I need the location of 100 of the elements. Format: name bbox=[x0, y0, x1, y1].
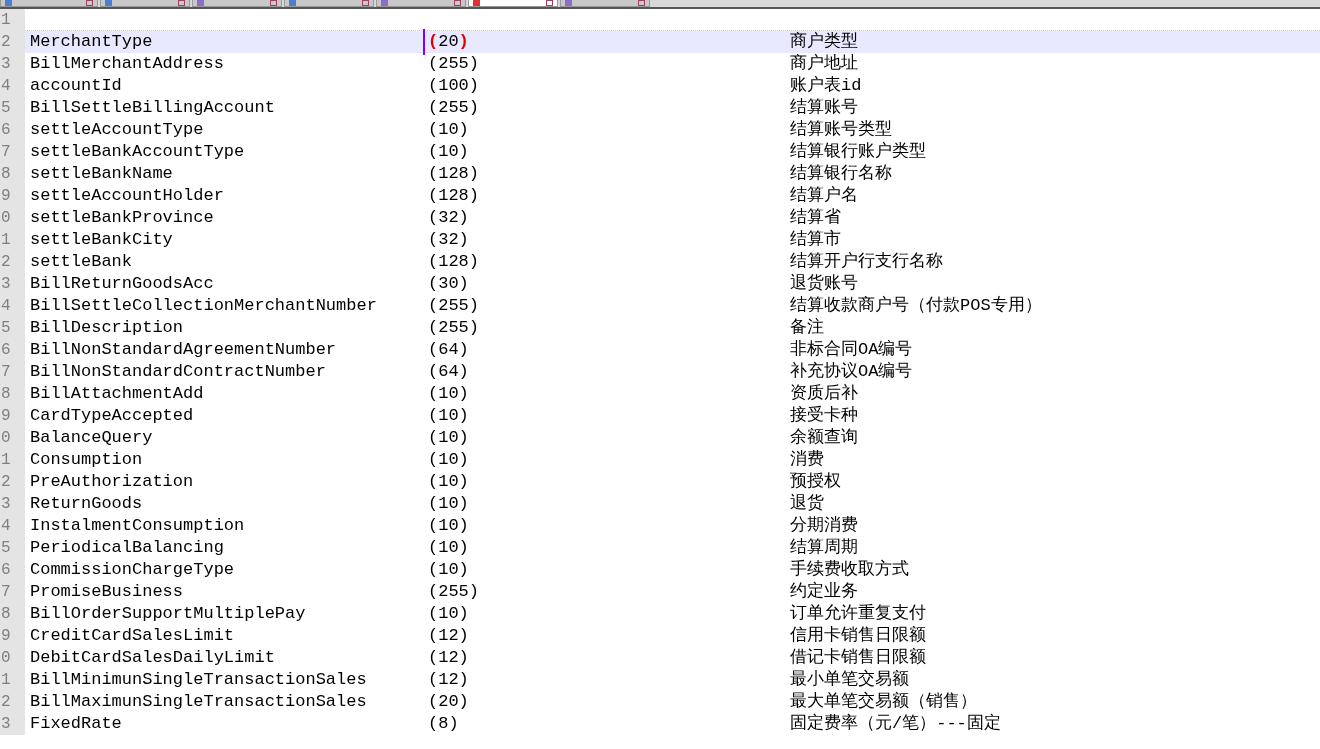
tab[interactable] bbox=[468, 0, 558, 7]
field-length: (64) bbox=[428, 362, 469, 382]
field-length: (12) bbox=[428, 626, 469, 646]
line-number: 8 bbox=[0, 604, 11, 625]
field-description: 结算银行账户类型 bbox=[790, 142, 926, 162]
field-length: (128) bbox=[428, 186, 479, 206]
field-name: settleAccountHolder bbox=[30, 186, 224, 206]
field-name: settleBankAccountType bbox=[30, 142, 245, 162]
field-length: (10) bbox=[428, 428, 469, 448]
field-name: Consumption bbox=[30, 450, 143, 470]
line-number: 7 bbox=[0, 142, 11, 163]
line-number: 7 bbox=[0, 582, 11, 603]
field-name: BillMinimunSingleTransactionSales bbox=[30, 670, 367, 690]
field-description: 最小单笔交易额 bbox=[790, 670, 909, 690]
tab[interactable] bbox=[284, 0, 374, 7]
field-description: 结算账号类型 bbox=[790, 120, 892, 140]
field-name: CreditCardSalesLimit bbox=[30, 626, 235, 646]
field-length: (10) bbox=[428, 516, 469, 536]
field-length: (30) bbox=[428, 274, 469, 294]
line-number: 8 bbox=[0, 164, 11, 185]
field-description: 退货 bbox=[790, 494, 824, 514]
field-description: 信用卡销售日限额 bbox=[790, 626, 926, 646]
field-length: (255) bbox=[428, 98, 479, 118]
field-name: BillMerchantAddress bbox=[30, 54, 224, 74]
field-description: 手续费收取方式 bbox=[790, 560, 909, 580]
line-number: 4 bbox=[0, 516, 11, 537]
close-icon[interactable] bbox=[638, 0, 645, 6]
field-name: BalanceQuery bbox=[30, 428, 153, 448]
field-description: 借记卡销售日限额 bbox=[790, 648, 926, 668]
field-description: 消费 bbox=[790, 450, 824, 470]
field-length: (20) bbox=[428, 32, 469, 52]
tab[interactable] bbox=[100, 0, 190, 7]
field-name: CardTypeAccepted bbox=[30, 406, 194, 426]
close-icon[interactable] bbox=[178, 0, 185, 6]
line-number: 5 bbox=[0, 538, 11, 559]
field-length: (255) bbox=[428, 318, 479, 338]
field-description: 接受卡种 bbox=[790, 406, 858, 426]
line-number: 4 bbox=[0, 296, 11, 317]
field-name: BillSettleCollectionMerchantNumber bbox=[30, 296, 377, 316]
field-length: (255) bbox=[428, 296, 479, 316]
field-name: PeriodicalBalancing bbox=[30, 538, 224, 558]
field-length: (32) bbox=[428, 230, 469, 250]
field-length: (64) bbox=[428, 340, 469, 360]
close-icon[interactable] bbox=[454, 0, 461, 6]
tab[interactable] bbox=[376, 0, 466, 7]
field-name: PreAuthorization bbox=[30, 472, 194, 492]
field-name: BillReturnGoodsAcc bbox=[30, 274, 214, 294]
field-name: FixedRate bbox=[30, 714, 122, 734]
line-number: 2 bbox=[0, 692, 11, 713]
field-description: 结算市 bbox=[790, 230, 841, 250]
field-name: BillAttachmentAdd bbox=[30, 384, 204, 404]
field-name: BillDescription bbox=[30, 318, 184, 338]
field-length: (10) bbox=[428, 560, 469, 580]
tab[interactable] bbox=[192, 0, 282, 7]
line-number: 5 bbox=[0, 318, 11, 339]
field-description: 分期消费 bbox=[790, 516, 858, 536]
line-number: 3 bbox=[0, 274, 11, 295]
field-length: (12) bbox=[428, 648, 469, 668]
field-length: (10) bbox=[428, 384, 469, 404]
field-length: (128) bbox=[428, 252, 479, 272]
field-name: PromiseBusiness bbox=[30, 582, 184, 602]
tab[interactable] bbox=[560, 0, 650, 7]
field-description: 结算收款商户号（付款POS专用） bbox=[790, 296, 1042, 316]
close-icon[interactable] bbox=[270, 0, 277, 6]
line-number: 6 bbox=[0, 340, 11, 361]
field-length: (10) bbox=[428, 142, 469, 162]
field-length: (100) bbox=[428, 76, 479, 96]
field-description: 最大单笔交易额（销售） bbox=[790, 692, 977, 712]
field-name: BillNonStandardAgreementNumber bbox=[30, 340, 337, 360]
field-name: BillSettleBillingAccount bbox=[30, 98, 275, 118]
line-number: 3 bbox=[0, 714, 11, 735]
close-icon[interactable] bbox=[362, 0, 369, 6]
field-name: CommissionChargeType bbox=[30, 560, 235, 580]
line-number: 4 bbox=[0, 76, 11, 97]
field-description: 账户表id bbox=[790, 76, 862, 96]
field-length: (12) bbox=[428, 670, 469, 690]
close-icon[interactable] bbox=[546, 0, 553, 6]
field-description: 商户类型 bbox=[790, 32, 858, 52]
field-description: 结算户名 bbox=[790, 186, 858, 206]
field-length: (10) bbox=[428, 604, 469, 624]
line-number: 3 bbox=[0, 494, 11, 515]
field-name: BillOrderSupportMultiplePay bbox=[30, 604, 306, 624]
tab[interactable] bbox=[0, 0, 98, 7]
line-number: 9 bbox=[0, 626, 11, 647]
line-number: 5 bbox=[0, 98, 11, 119]
line-number: 6 bbox=[0, 560, 11, 581]
line-number: 3 bbox=[0, 54, 11, 75]
field-description: 结算省 bbox=[790, 208, 841, 228]
field-length: (10) bbox=[428, 494, 469, 514]
field-description: 固定费率（元/笔）---固定 bbox=[790, 714, 1001, 734]
field-name: BillNonStandardContractNumber bbox=[30, 362, 326, 382]
line-number: 6 bbox=[0, 120, 11, 141]
field-length: (128) bbox=[428, 164, 479, 184]
line-number: 9 bbox=[0, 406, 11, 427]
line-number: 0 bbox=[0, 208, 11, 229]
line-number: 1 bbox=[0, 9, 11, 31]
field-description: 预授权 bbox=[790, 472, 841, 492]
close-icon[interactable] bbox=[86, 0, 93, 6]
field-length: (10) bbox=[428, 406, 469, 426]
field-length: (8) bbox=[428, 714, 459, 734]
